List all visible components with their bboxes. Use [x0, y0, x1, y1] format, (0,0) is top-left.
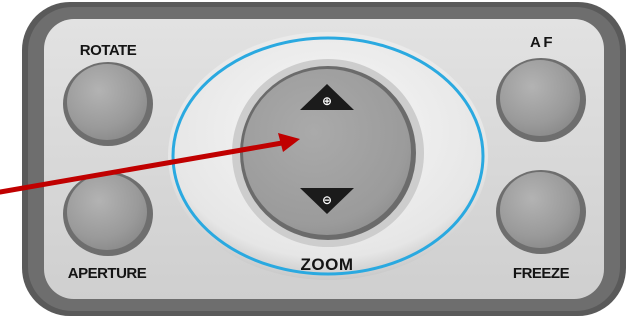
control-panel-svg: ⊕ ⊖ ZOOM ROTATE APERTURE A F FREEZE	[0, 2, 626, 316]
zoom-in-symbol: ⊕	[322, 94, 332, 108]
zoom-out-symbol: ⊖	[322, 193, 332, 207]
rotate-button[interactable]	[63, 62, 153, 146]
freeze-button[interactable]	[496, 170, 586, 254]
af-button[interactable]	[496, 58, 586, 142]
aperture-label: APERTURE	[68, 265, 147, 282]
freeze-label: FREEZE	[513, 265, 570, 282]
aperture-button[interactable]	[63, 172, 153, 256]
rotate-label: ROTATE	[80, 42, 137, 59]
camera-control-panel-figure: ⊕ ⊖ ZOOM ROTATE APERTURE A F FREEZE	[0, 0, 632, 321]
zoom-label: ZOOM	[301, 255, 354, 274]
af-label: A F	[530, 34, 552, 51]
zoom-button[interactable]: ⊕ ⊖	[243, 69, 411, 235]
